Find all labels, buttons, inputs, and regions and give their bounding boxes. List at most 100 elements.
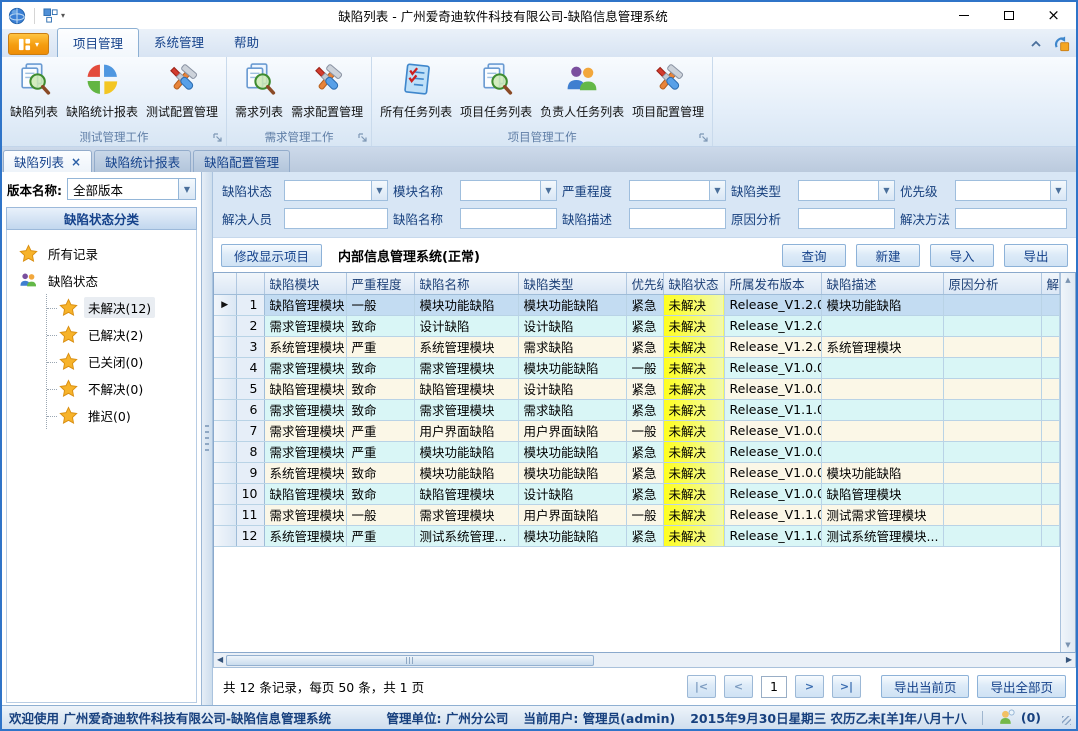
ribbon-tab-project[interactable]: 项目管理 <box>57 28 139 57</box>
scroll-down-icon[interactable]: ▼ <box>1065 641 1070 649</box>
col-header-cause[interactable]: 原因分析 <box>943 273 1041 294</box>
table-row[interactable]: ▶1缺陷管理模块一般模块功能缺陷模块功能缺陷紧急未解决Release_V1.2.… <box>214 294 1060 315</box>
prev-page-button[interactable]: < <box>724 675 753 698</box>
col-header-module[interactable]: 缺陷模块 <box>264 273 346 294</box>
ribbon-button-g0-1[interactable]: 缺陷统计报表 <box>62 60 142 122</box>
page-number-input[interactable] <box>761 676 787 698</box>
ribbon-button-g0-0[interactable]: 缺陷列表 <box>6 60 62 122</box>
tree-item-4[interactable]: 已关闭(0) <box>47 348 194 375</box>
table-row[interactable]: 4需求管理模块致命需求管理模块模块功能缺陷一般未解决Release_V1.0.0 <box>214 357 1060 378</box>
ribbon-button-g2-0[interactable]: 所有任务列表 <box>376 60 456 122</box>
export-all-pages-button[interactable]: 导出全部页 <box>977 675 1066 698</box>
export-button[interactable]: 导出 <box>1004 244 1068 267</box>
tree-item-1[interactable]: 缺陷状态 <box>19 267 194 294</box>
col-header-type[interactable]: 缺陷类型 <box>518 273 626 294</box>
ribbon-button-g1-0[interactable]: 需求列表 <box>231 60 287 122</box>
ribbon-button-g0-2[interactable]: 测试配置管理 <box>142 60 222 122</box>
query-button[interactable]: 查询 <box>782 244 846 267</box>
col-header-solution[interactable]: 解决方法 <box>1041 273 1060 294</box>
table-row[interactable]: 11需求管理模块一般需求管理模块用户界面缺陷一般未解决Release_V1.1.… <box>214 504 1060 525</box>
import-button[interactable]: 导入 <box>930 244 994 267</box>
tree-item-3[interactable]: 已解决(2) <box>47 321 194 348</box>
online-users-icon[interactable] <box>998 709 1015 726</box>
filter-input-r1c4[interactable] <box>955 208 1067 229</box>
table-row[interactable]: 3系统管理模块严重系统管理模块需求缺陷紧急未解决Release_V1.2.0系统… <box>214 336 1060 357</box>
dialog-launcher-icon[interactable] <box>213 132 223 142</box>
col-header-status[interactable]: 缺陷状态 <box>663 273 724 294</box>
export-current-page-button[interactable]: 导出当前页 <box>881 675 970 698</box>
last-page-button[interactable]: >| <box>832 675 861 698</box>
tree-item-0[interactable]: 所有记录 <box>19 240 194 267</box>
filter-select-r0c1[interactable]: ▼ <box>460 180 557 201</box>
table-row[interactable]: 6需求管理模块致命需求管理模块需求缺陷紧急未解决Release_V1.1.0 <box>214 399 1060 420</box>
application-menu-button[interactable]: ▾ <box>8 33 49 55</box>
ribbon-button-g2-1[interactable]: 项目任务列表 <box>456 60 536 122</box>
table-row[interactable]: 8需求管理模块严重模块功能缺陷模块功能缺陷紧急未解决Release_V1.0.0 <box>214 441 1060 462</box>
tree-item-6[interactable]: 推迟(0) <box>47 402 194 429</box>
tree-collapse-icon[interactable] <box>6 276 7 285</box>
filter-select-r0c2[interactable]: ▼ <box>629 180 726 201</box>
filter-select-r0c4[interactable]: ▼ <box>955 180 1067 201</box>
filter-select-r0c3[interactable]: ▼ <box>798 180 895 201</box>
first-page-button[interactable]: |< <box>687 675 716 698</box>
table-row[interactable]: 5缺陷管理模块致命缺陷管理模块设计缺陷紧急未解决Release_V1.0.0 <box>214 378 1060 399</box>
filter-select-r0c0[interactable]: ▼ <box>284 180 388 201</box>
modify-columns-button[interactable]: 修改显示项目 <box>221 244 322 267</box>
ribbon-button-g2-2[interactable]: 负责人任务列表 <box>536 60 628 122</box>
chevron-down-icon[interactable]: ▼ <box>1050 181 1066 200</box>
ribbon-tab-system[interactable]: 系统管理 <box>139 28 219 57</box>
close-button[interactable]: × <box>1031 2 1076 29</box>
scroll-left-icon[interactable]: ◀ <box>217 656 223 664</box>
minimize-button[interactable] <box>941 2 986 29</box>
table-row[interactable]: 10缺陷管理模块致命缺陷管理模块设计缺陷紧急未解决Release_V1.0.0缺… <box>214 483 1060 504</box>
vertical-scrollbar[interactable]: ▲ ▼ <box>1060 273 1075 652</box>
col-header-description[interactable]: 缺陷描述 <box>821 273 943 294</box>
dialog-launcher-icon[interactable] <box>699 132 709 142</box>
scroll-up-icon[interactable]: ▲ <box>1065 276 1070 284</box>
ribbon-tab-help[interactable]: 帮助 <box>219 28 274 57</box>
filter-input-r1c1[interactable] <box>460 208 557 229</box>
version-select[interactable]: 全部版本 ▼ <box>67 178 196 200</box>
dialog-launcher-icon[interactable] <box>358 132 368 142</box>
doc-tab-1[interactable]: 缺陷统计报表 <box>94 150 191 172</box>
sidebar-splitter[interactable] <box>202 172 213 705</box>
filter-input-r1c3[interactable] <box>798 208 895 229</box>
filter-input-r1c0[interactable] <box>284 208 388 229</box>
chevron-down-icon[interactable]: ▼ <box>178 179 195 199</box>
maximize-button[interactable] <box>986 2 1031 29</box>
tree-item-label: 不解决(0) <box>84 378 147 399</box>
ribbon-tab-bar: ▾ 项目管理 系统管理 帮助 <box>2 29 1076 57</box>
chevron-down-icon[interactable]: ▼ <box>878 181 894 200</box>
collapse-ribbon-icon[interactable] <box>1028 36 1044 52</box>
table-row[interactable]: 7需求管理模块严重用户界面缺陷用户界面缺陷一般未解决Release_V1.0.0 <box>214 420 1060 441</box>
tree-item-2[interactable]: 未解决(12) <box>47 294 194 321</box>
resize-grip-icon[interactable] <box>1062 716 1071 725</box>
table-row[interactable]: 12系统管理模块严重测试系统管理...模块功能缺陷紧急未解决Release_V1… <box>214 525 1060 546</box>
chevron-down-icon[interactable]: ▼ <box>540 181 556 200</box>
ribbon-button-g2-3[interactable]: 项目配置管理 <box>628 60 708 122</box>
scroll-right-icon[interactable]: ▶ <box>1066 656 1072 664</box>
ribbon-button-g1-1[interactable]: 需求配置管理 <box>287 60 367 122</box>
col-header-severity[interactable]: 严重程度 <box>346 273 414 294</box>
about-icon[interactable] <box>1054 36 1070 52</box>
col-header-name[interactable]: 缺陷名称 <box>414 273 518 294</box>
next-page-button[interactable]: > <box>795 675 824 698</box>
tab-close-icon[interactable]: × <box>71 156 81 168</box>
doc-tab-2[interactable]: 缺陷配置管理 <box>193 150 290 172</box>
cell-cause <box>943 399 1041 420</box>
chevron-down-icon[interactable]: ▼ <box>371 181 387 200</box>
quick-access-menu[interactable]: ▾ <box>43 8 65 23</box>
doc-tab-0[interactable]: 缺陷列表× <box>3 150 92 172</box>
new-button[interactable]: 新建 <box>856 244 920 267</box>
col-header-priority[interactable]: 优先级 <box>626 273 663 294</box>
filter-label-r0c0: 缺陷状态 <box>222 181 279 200</box>
table-row[interactable]: 2需求管理模块致命设计缺陷设计缺陷紧急未解决Release_V1.2.0 <box>214 315 1060 336</box>
chevron-down-icon[interactable]: ▼ <box>709 181 725 200</box>
horizontal-scrollbar[interactable]: ◀ ▶ <box>213 653 1076 668</box>
tree-item-5[interactable]: 不解决(0) <box>47 375 194 402</box>
ribbon-button-label: 缺陷统计报表 <box>66 103 138 120</box>
col-header-release[interactable]: 所属发布版本 <box>724 273 821 294</box>
table-row[interactable]: 9系统管理模块致命模块功能缺陷模块功能缺陷紧急未解决Release_V1.0.0… <box>214 462 1060 483</box>
scrollbar-thumb[interactable] <box>226 655 594 666</box>
filter-input-r1c2[interactable] <box>629 208 726 229</box>
